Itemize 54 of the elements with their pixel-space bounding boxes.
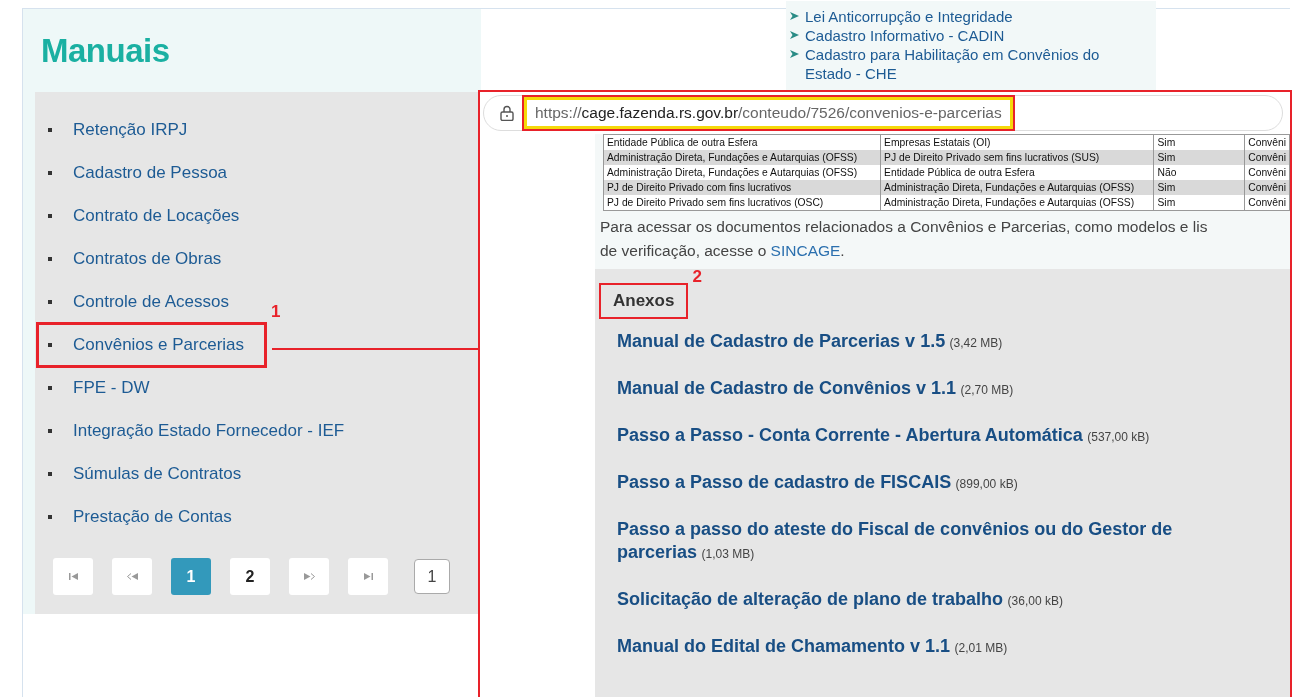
attachment-link[interactable]: Passo a passo do ateste do Fiscal de convênios ou do Gestor de parcerias (1,03 MB) xyxy=(617,507,1290,577)
last-page-button[interactable] xyxy=(348,558,388,595)
bullet-icon xyxy=(48,213,52,218)
first-page-button[interactable] xyxy=(53,558,93,595)
table-cell: Administração Direta, Fundações e Autarquias (OFSS) xyxy=(880,195,1154,210)
bullet-icon xyxy=(48,428,52,433)
bullet-icon xyxy=(48,299,52,304)
attachment-link[interactable]: Passo a Passo de cadastro de FISCAIS (899,00 kB) xyxy=(617,460,1290,507)
page-number-field[interactable]: 1 xyxy=(414,559,450,594)
attachment-link[interactable]: Manual do Edital de Chamamento v 1.1 (2,01 MB) xyxy=(617,624,1290,671)
next-page-icon xyxy=(303,573,315,580)
related-link[interactable]: Cadastro para Habilitação em Convênios do Estado - CHE xyxy=(805,45,1105,83)
related-link[interactable]: Cadastro Informativo - CADIN xyxy=(805,26,1105,45)
callout-number: 2 xyxy=(692,267,702,287)
table-cell: Convêni xyxy=(1244,150,1290,165)
bullet-icon xyxy=(48,256,52,261)
first-page-icon xyxy=(68,573,78,580)
bullet-icon xyxy=(48,342,52,347)
bullet-icon xyxy=(48,514,52,519)
bullet-icon xyxy=(48,170,52,175)
url-text: https://cage.fazenda.rs.gov.br/conteudo/7526/convenios-e-parcerias xyxy=(524,97,1013,129)
related-link[interactable]: Lei Anticorrupção e Integridade xyxy=(805,7,1105,26)
table-cell: Administração Direta, Fundações e Autarquias (OFSS) xyxy=(880,180,1154,195)
arrow-bullet-icon xyxy=(790,31,799,39)
page-title: Manuais xyxy=(41,31,170,70)
callout-number: 1 xyxy=(271,302,281,322)
table-cell: PJ de Direito Privado sem fins lucrativos (OSC) xyxy=(604,195,881,210)
page-button[interactable]: 2 xyxy=(230,558,270,595)
bullet-icon xyxy=(48,385,52,390)
table-cell: Convêni xyxy=(1244,180,1290,195)
attachments-heading: Anexos xyxy=(599,283,689,319)
prev-page-button[interactable] xyxy=(112,558,152,595)
previous-page-icon xyxy=(126,573,138,580)
next-page-button[interactable] xyxy=(289,558,329,595)
attachment-link[interactable]: Solicitação de alteração de plano de trabalho (36,00 kB) xyxy=(617,577,1290,624)
table-cell: Sim xyxy=(1154,150,1245,165)
manual-link[interactable]: Convênios e Parcerias xyxy=(36,321,268,368)
table-cell: Administração Direta, Fundações e Autarquias (OFSS) xyxy=(604,150,881,165)
table-cell: Convêni xyxy=(1244,195,1290,210)
lock-icon xyxy=(500,105,514,121)
attachment-link[interactable]: Passo a Passo - Conta Corrente - Abertura Automática (537,00 kB) xyxy=(617,413,1290,460)
last-page-icon xyxy=(363,573,373,580)
paragraph: Para acessar os documentos relacionados a Convênios e Parcerias, como modelos e lis de verificação, acesse o SINCAGE. xyxy=(600,217,1209,261)
address-bar[interactable]: https://cage.fazenda.rs.gov.br/conteudo/7526/convenios-e-parcerias xyxy=(483,95,1283,131)
table-cell: Sim xyxy=(1154,195,1245,210)
bullet-icon xyxy=(48,471,52,476)
attachment-link[interactable]: Manual de Cadastro de Parcerias v 1.5 (3,42 MB) xyxy=(617,319,1290,366)
arrow-bullet-icon xyxy=(790,50,799,58)
table-cell: PJ de Direito Privado com fins lucrativos xyxy=(604,180,881,195)
attachment-link[interactable]: Manual de Cadastro de Convênios v 1.1 (2,70 MB) xyxy=(617,366,1290,413)
table-cell: Sim xyxy=(1154,180,1245,195)
bullet-icon xyxy=(48,127,52,132)
arrow-bullet-icon xyxy=(790,12,799,20)
table-cell: PJ de Direito Privado sem fins lucrativos (SUS) xyxy=(880,150,1154,165)
